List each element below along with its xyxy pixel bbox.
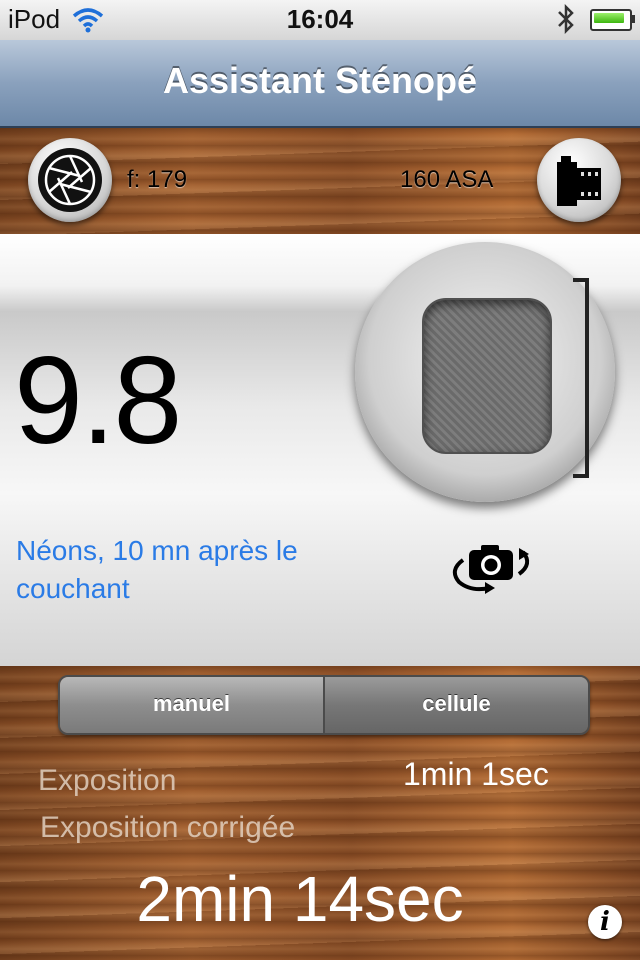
film-speed-value: 160 ASA — [400, 166, 494, 193]
page-title: Assistant Sténopé — [162, 60, 478, 101]
mode-segmented-control[interactable]: manuel cellule — [58, 675, 590, 735]
nav-bar: Assistant Sténopé — [0, 40, 640, 128]
bluetooth-icon — [558, 4, 574, 34]
aperture-value: f: 179 — [127, 166, 188, 193]
exposure-value: 1min 1sec — [403, 756, 549, 792]
rotate-camera-icon[interactable] — [445, 540, 537, 594]
status-bar: iPod 16:04 — [0, 0, 640, 41]
film-button[interactable] — [537, 138, 621, 222]
exposure-label: Exposition — [38, 764, 177, 797]
sensor-window — [422, 298, 552, 454]
aperture-icon — [38, 148, 102, 212]
clock: 16:04 — [286, 4, 354, 34]
aperture-button[interactable] — [28, 138, 112, 222]
corrected-exposure-label: Exposition corrigée — [40, 811, 296, 844]
segment-cellule[interactable]: cellule — [325, 677, 588, 733]
ev-value: 9.8 — [14, 332, 182, 470]
scene-description[interactable]: Néons, 10 mn après le couchant — [16, 532, 376, 608]
corrected-exposure-value: 2min 14sec — [136, 863, 464, 935]
segment-manuel[interactable]: manuel — [60, 677, 325, 733]
battery-icon — [590, 9, 635, 31]
info-icon[interactable]: i — [588, 905, 622, 939]
film-cartridge-icon — [557, 156, 601, 206]
